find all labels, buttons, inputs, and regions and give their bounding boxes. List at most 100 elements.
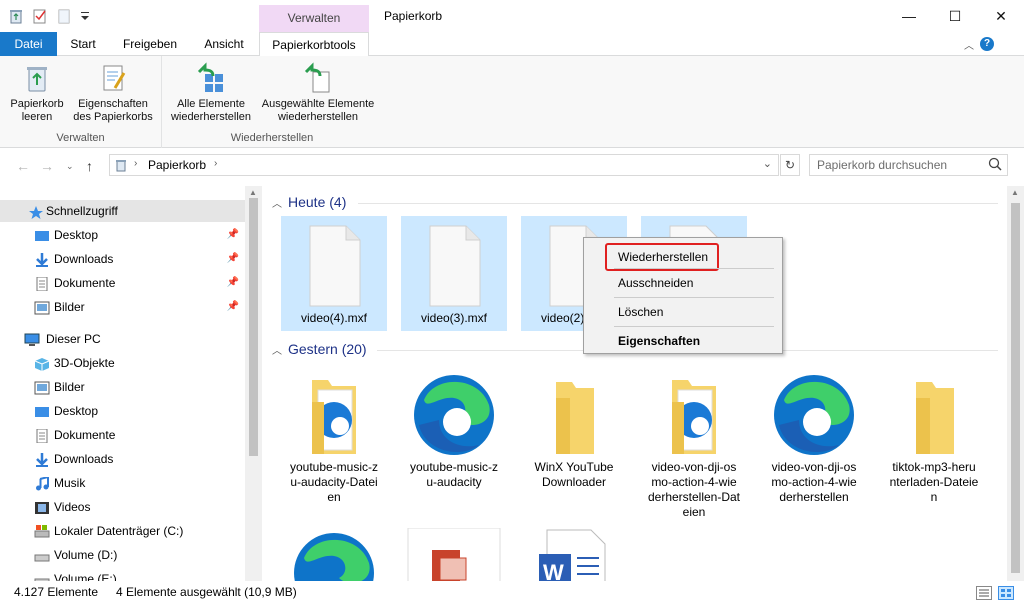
- shortcut-tile[interactable]: [281, 524, 387, 581]
- menu-item-delete[interactable]: Löschen: [584, 301, 782, 323]
- pin-icon[interactable]: 📌: [227, 296, 239, 318]
- group-header-yesterday[interactable]: ︿ Gestern (20): [272, 341, 367, 357]
- empty-recycle-bin-button[interactable]: Papierkorb leeren: [6, 62, 68, 124]
- large-icons-view-icon[interactable]: [998, 585, 1014, 605]
- address-dropdown-icon[interactable]: ⌄: [763, 157, 772, 170]
- tab-file[interactable]: Datei: [0, 32, 57, 56]
- shortcut-tile[interactable]: video-von-dji-os mo-action-4-wie derhers…: [761, 366, 867, 505]
- sidebar-item-pictures-pc[interactable]: Bilder: [0, 376, 245, 398]
- sidebar-item-documents[interactable]: Dokumente 📌: [0, 272, 245, 294]
- desktop-icon: [34, 404, 50, 418]
- folder-tile[interactable]: youtube-music-z u-audacity-Datei en: [281, 366, 387, 505]
- restore-all-button[interactable]: Alle Elemente wiederherstellen: [168, 62, 254, 124]
- sidebar-item-music[interactable]: Musik: [0, 472, 245, 494]
- scroll-up-icon[interactable]: ▲: [249, 188, 257, 197]
- sidebar-item-quick-access[interactable]: Schnellzugriff: [0, 200, 245, 222]
- pin-icon[interactable]: 📌: [227, 248, 239, 270]
- file-tile[interactable]: video(3).mxf: [401, 216, 507, 331]
- file-tile[interactable]: [401, 528, 507, 581]
- new-folder-quick-icon[interactable]: [56, 8, 72, 24]
- computer-icon: [24, 332, 40, 346]
- restore-selected-button[interactable]: Ausgewählte Elemente wiederherstellen: [258, 62, 378, 124]
- chevron-up-icon[interactable]: ︿: [272, 199, 282, 210]
- recycle-bin-icon: [114, 158, 128, 175]
- recycle-bin-properties-button[interactable]: Eigenschaften des Papierkorbs: [70, 62, 156, 124]
- maximize-button[interactable]: ☐: [932, 0, 978, 32]
- sidebar-item-drive-c[interactable]: Lokaler Datenträger (C:): [0, 520, 245, 542]
- content-scrollbar[interactable]: ▲: [1007, 186, 1024, 581]
- properties-quick-icon[interactable]: [32, 8, 48, 24]
- address-bar[interactable]: › Papierkorb › ⌄: [109, 154, 779, 176]
- ribbon-group-label: Wiederherstellen: [230, 132, 314, 144]
- breadcrumb-item[interactable]: Papierkorb: [148, 158, 206, 172]
- system-drive-icon: [34, 524, 50, 538]
- restore-all-icon: [195, 62, 227, 94]
- selection-info: 4 Elemente ausgewählt (10,9 MB): [116, 585, 297, 599]
- drive-icon: [34, 548, 50, 562]
- sidebar-item-desktop[interactable]: Desktop 📌: [0, 224, 245, 246]
- edge-browser-icon: [401, 366, 507, 460]
- blank-file-icon: [401, 216, 507, 311]
- up-arrow-icon[interactable]: ↑: [86, 158, 93, 174]
- sidebar-item-videos[interactable]: Videos: [0, 496, 245, 518]
- breadcrumb-chevron-icon[interactable]: ›: [214, 158, 217, 169]
- tab-recycle-bin-tools[interactable]: Papierkorbtools: [259, 32, 369, 57]
- pin-icon[interactable]: 📌: [227, 224, 239, 246]
- folder-edge-icon: [281, 366, 387, 460]
- tab-share[interactable]: Freigeben: [112, 32, 188, 56]
- folder-icon: [521, 366, 627, 460]
- sidebar-item-desktop-pc[interactable]: Desktop: [0, 400, 245, 422]
- scrollbar-thumb[interactable]: [1011, 203, 1020, 573]
- sidebar-item-drive-d[interactable]: Volume (D:): [0, 544, 245, 566]
- back-arrow-icon[interactable]: ←: [16, 158, 30, 174]
- sidebar-scrollbar[interactable]: ▲: [245, 186, 262, 581]
- sidebar-item-3d-objects[interactable]: 3D-Objekte: [0, 352, 245, 374]
- restore-selected-icon: [302, 62, 334, 94]
- menu-separator: [614, 326, 774, 327]
- pin-icon[interactable]: 📌: [227, 272, 239, 294]
- sidebar-item-pictures[interactable]: Bilder 📌: [0, 296, 245, 318]
- folder-tile[interactable]: tiktok-mp3-heru nterladen-Dateie n: [881, 366, 987, 505]
- group-header-today[interactable]: ︿ Heute (4): [272, 194, 346, 210]
- menu-item-properties[interactable]: Eigenschaften: [584, 330, 782, 352]
- minimize-button[interactable]: —: [886, 0, 932, 32]
- sidebar-item-this-pc[interactable]: Dieser PC: [0, 328, 245, 350]
- folder-tile[interactable]: video-von-dji-os mo-action-4-wie derhers…: [641, 366, 747, 520]
- ribbon: Papierkorb leeren Eigenschaften des Papi…: [0, 56, 1024, 148]
- menu-item-cut[interactable]: Ausschneiden: [584, 272, 782, 294]
- details-view-icon[interactable]: [976, 585, 992, 605]
- close-button[interactable]: ✕: [978, 0, 1024, 32]
- chevron-up-icon[interactable]: ︿: [272, 346, 282, 357]
- videos-icon: [34, 500, 50, 514]
- recent-locations-icon[interactable]: ⌄: [66, 161, 74, 172]
- title-bar: Verwalten Papierkorb — ☐ ✕: [0, 0, 1024, 32]
- breadcrumb-chevron-icon[interactable]: ›: [134, 158, 137, 169]
- sidebar-item-downloads[interactable]: Downloads 📌: [0, 248, 245, 270]
- tab-start[interactable]: Start: [60, 32, 106, 56]
- folder-icon: [881, 366, 987, 460]
- forward-arrow-icon[interactable]: →: [40, 158, 54, 174]
- search-input[interactable]: [810, 155, 985, 175]
- scrollbar-thumb[interactable]: [249, 198, 258, 456]
- sidebar-item-documents-pc[interactable]: Dokumente: [0, 424, 245, 446]
- tab-view[interactable]: Ansicht: [194, 32, 254, 56]
- scroll-up-icon[interactable]: ▲: [1011, 188, 1019, 197]
- sidebar-item-drive-e[interactable]: Volume (E:): [0, 568, 245, 581]
- highlight-box: [605, 243, 719, 271]
- star-icon: [28, 204, 44, 219]
- ribbon-tabs: Datei Start Freigeben Ansicht Papierkorb…: [0, 32, 1024, 57]
- refresh-button[interactable]: ↻: [780, 154, 800, 176]
- help-button[interactable]: ?: [980, 37, 994, 51]
- ribbon-group-manage: Papierkorb leeren Eigenschaften des Papi…: [0, 56, 162, 148]
- menu-separator: [614, 268, 774, 269]
- shortcut-tile[interactable]: youtube-music-z u-audacity: [401, 366, 507, 490]
- documents-icon: [34, 428, 50, 444]
- sidebar-item-downloads-pc[interactable]: Downloads: [0, 448, 245, 470]
- customize-toolbar-icon[interactable]: [80, 8, 90, 24]
- folder-tile[interactable]: WinX YouTube Downloader: [521, 366, 627, 490]
- file-tile[interactable]: video(4).mxf: [281, 216, 387, 331]
- chevron-up-icon[interactable]: ︿: [964, 37, 974, 52]
- search-box: [809, 154, 1008, 176]
- search-icon[interactable]: [988, 157, 1002, 174]
- file-tile[interactable]: W: [521, 528, 627, 581]
